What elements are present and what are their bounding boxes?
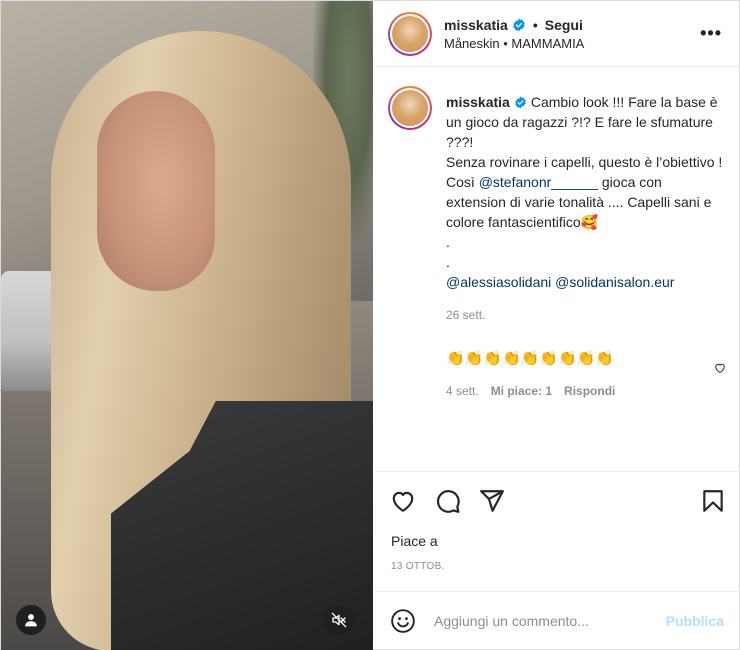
tagged-users-button[interactable] (16, 605, 46, 635)
caption-timestamp[interactable]: 26 sett. (446, 308, 724, 322)
post-panel: misskatia • Segui Måneskin • MAMMAMIA ••… (374, 1, 740, 649)
post-caption: misskatia Cambio look !!! Fare la base è … (374, 68, 740, 322)
post-date[interactable]: 13 OTTOB. (391, 561, 445, 572)
caption-avatar[interactable] (388, 86, 432, 130)
author-avatar[interactable] (388, 11, 432, 56)
audio-track-link[interactable]: Måneskin • MAMMAMIA (444, 36, 584, 51)
caption-dot: . (446, 254, 450, 270)
likes-summary[interactable]: Piace a (391, 533, 438, 549)
caption-text: misskatia Cambio look !!! Fare la base è … (446, 92, 724, 292)
comment-text: 👏👏👏👏👏👏👏👏👏 (446, 350, 615, 367)
comment-meta: 4 sett. Mi piace: 1 Rispondi (446, 384, 700, 398)
comment-like-icon[interactable] (714, 362, 726, 374)
comment-likes[interactable]: Mi piace: 1 (491, 384, 552, 398)
post-video[interactable] (1, 1, 373, 650)
post-dialog: misskatia • Segui Måneskin • MAMMAMIA ••… (0, 0, 740, 650)
follow-button[interactable]: Segui (545, 17, 583, 33)
post-header: misskatia • Segui Måneskin • MAMMAMIA ••… (374, 1, 740, 67)
paper-plane-icon[interactable] (479, 488, 505, 514)
smiley-icon[interactable] (390, 608, 416, 634)
add-comment-bar: Pubblica (374, 591, 740, 649)
speaker-muted-icon (331, 612, 347, 628)
action-bar (374, 471, 740, 531)
publish-button[interactable]: Pubblica (666, 613, 724, 629)
caption-dot: . (446, 234, 450, 250)
comment-timestamp[interactable]: 4 sett. (446, 384, 479, 398)
verified-badge-icon (514, 96, 526, 109)
mention-link[interactable]: @alessiasolidani (446, 274, 551, 290)
commenter-avatar[interactable] (394, 348, 426, 380)
heart-icon[interactable] (390, 488, 416, 514)
mention-link[interactable]: @stefanonr______ (479, 174, 598, 190)
more-options-button[interactable]: ••• (700, 23, 722, 44)
video-face (97, 91, 215, 291)
mute-button[interactable] (324, 605, 354, 635)
author-username[interactable]: misskatia (444, 17, 508, 33)
reply-button[interactable]: Rispondi (564, 384, 615, 398)
comment-input[interactable] (434, 612, 666, 629)
person-icon (25, 614, 37, 627)
verified-badge-icon (513, 18, 525, 31)
comments-section[interactable]: misskatia Cambio look !!! Fare la base è … (374, 68, 740, 471)
comment-item: 👏👏👏👏👏👏👏👏👏 4 sett. Mi piace: 1 Rispondi (374, 322, 740, 398)
comment-icon[interactable] (435, 488, 461, 514)
bookmark-icon[interactable] (700, 488, 726, 514)
mention-link[interactable]: @solidanisalon.eur (555, 274, 674, 290)
header-separator: • (532, 16, 538, 33)
caption-username[interactable]: misskatia (446, 94, 510, 110)
